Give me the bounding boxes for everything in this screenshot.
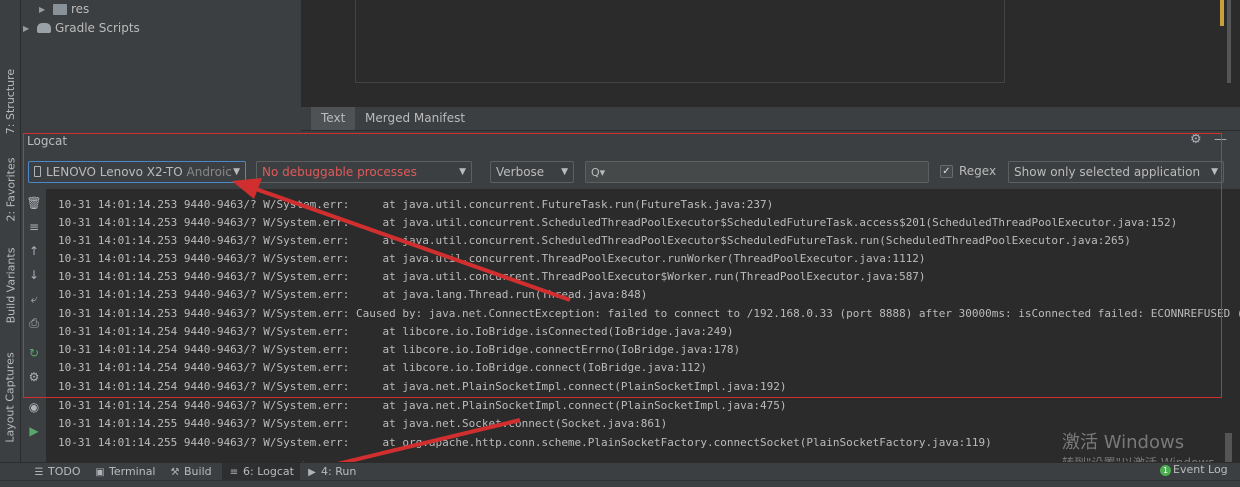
editor-scrollbar[interactable]: [1227, 0, 1231, 83]
layout-captures-tab-label: Layout Captures: [4, 352, 18, 443]
tab-build-label: Build: [184, 465, 212, 478]
print-icon[interactable]: ⎙: [26, 315, 42, 331]
log-line: 10-31 14:01:14.254 9440-9463/? W/System.…: [58, 343, 741, 356]
tab-text[interactable]: Text: [311, 107, 356, 130]
editor-error-marker[interactable]: [1220, 0, 1224, 26]
gradle-icon: [37, 23, 51, 33]
chevron-down-icon: ▼: [561, 167, 568, 177]
log-level-value: Verbose: [496, 165, 545, 179]
device-selector[interactable]: LENOVO Lenovo X2-TO Androic ▼: [28, 161, 246, 183]
search-icon[interactable]: Q▾: [591, 166, 605, 179]
chevron-down-icon: ▼: [233, 167, 240, 177]
chevron-down-icon: ▼: [1211, 167, 1218, 177]
editor-subtabs: Text Merged Manifest: [301, 107, 1240, 131]
logcat-toolbar: LENOVO Lenovo X2-TO Androic ▼ No debugga…: [21, 153, 1240, 189]
event-count-badge: 1: [1160, 465, 1171, 476]
up-arrow-icon[interactable]: ↑: [26, 243, 42, 259]
bottom-tool-bar: ☰ TODO ▣ Terminal ⚒ Build ≡ 6: Logcat ▶ 4: Ru…: [0, 462, 1240, 481]
gear-icon[interactable]: ⚙: [1190, 133, 1204, 147]
layout-captures-tool-tab[interactable]: Layout Captures: [0, 345, 21, 450]
log-level-selector[interactable]: Verbose ▼: [490, 161, 574, 183]
log-line: 10-31 14:01:14.253 9440-9463/? W/System.…: [58, 307, 1240, 320]
log-line: 10-31 14:01:14.253 9440-9463/? W/System.…: [58, 198, 774, 211]
tree-item-label: res: [71, 2, 90, 16]
logcat-header: Logcat ⚙ —: [21, 131, 1240, 153]
tree-item-gradle-scripts[interactable]: ▶ Gradle Scripts: [23, 19, 140, 37]
logcat-output[interactable]: 10-31 14:01:14.253 9440-9463/? W/System.…: [48, 189, 1240, 462]
hammer-icon: ⚒: [170, 467, 180, 478]
down-arrow-icon[interactable]: ↓: [26, 267, 42, 283]
search-input[interactable]: Q▾: [585, 161, 929, 183]
minimize-icon[interactable]: —: [1214, 133, 1228, 147]
soft-wrap-icon[interactable]: ⤶: [26, 291, 42, 307]
tab-terminal[interactable]: ▣ Terminal: [90, 463, 160, 481]
log-line: 10-31 14:01:14.254 9440-9463/? W/System.…: [58, 380, 787, 393]
log-line: 10-31 14:01:14.254 9440-9463/? W/System.…: [58, 399, 787, 412]
device-suffix: Androic: [186, 165, 232, 179]
left-tool-strip: 7: Structure 2: Favorites Build Variants…: [0, 0, 21, 462]
log-line: 10-31 14:01:14.254 9440-9463/? W/System.…: [58, 361, 708, 374]
tab-run[interactable]: ▶ 4: Run: [302, 463, 360, 481]
tab-todo[interactable]: ☰ TODO: [29, 463, 85, 481]
log-line: 10-31 14:01:14.253 9440-9463/? W/System.…: [58, 288, 648, 301]
tab-build[interactable]: ⚒ Build: [165, 463, 216, 481]
terminal-icon: ▣: [95, 467, 105, 478]
logcat-title: Logcat: [27, 134, 68, 148]
log-line: 10-31 14:01:14.253 9440-9463/? W/System.…: [58, 216, 1178, 229]
expand-arrow-icon[interactable]: ▶: [39, 5, 49, 14]
clear-logcat-icon[interactable]: 🗑: [26, 195, 42, 211]
build-variants-tool-tab[interactable]: Build Variants: [0, 240, 21, 330]
filter-value: Show only selected application: [1014, 165, 1201, 179]
regex-label: Regex: [959, 164, 997, 178]
process-selector[interactable]: No debuggable processes ▼: [256, 161, 472, 183]
phone-icon: [34, 166, 41, 177]
tab-logcat[interactable]: ≡ 6: Logcat: [222, 463, 300, 481]
build-variants-tab-label: Build Variants: [4, 247, 18, 323]
log-line: 10-31 14:01:14.255 9440-9463/? W/System.…: [58, 417, 668, 430]
logcat-icon: ≡: [229, 467, 239, 478]
log-line: 10-31 14:01:14.253 9440-9463/? W/System.…: [58, 234, 1131, 247]
status-bar: [0, 480, 1240, 487]
event-log-tab[interactable]: 1 Event Log: [1160, 463, 1228, 476]
process-value: No debuggable processes: [262, 165, 417, 179]
tree-item-res[interactable]: ▶ res: [39, 0, 89, 18]
log-line: 10-31 14:01:14.254 9440-9463/? W/System.…: [58, 325, 734, 338]
tab-todo-label: TODO: [48, 465, 81, 478]
structure-tab-label: 7: Structure: [4, 68, 17, 134]
settings-icon[interactable]: ⚙: [26, 369, 42, 385]
logcat-side-toolbar: 🗑 ≡ ↑ ↓ ⤶ ⎙ ↻ ⚙ ◉ ▶: [21, 189, 47, 462]
restart-icon[interactable]: ↻: [26, 345, 42, 361]
chevron-down-icon: ▼: [459, 167, 466, 177]
event-log-label: Event Log: [1173, 463, 1228, 476]
screen-record-icon[interactable]: ▶: [26, 423, 42, 439]
favorites-tab-label: 2: Favorites: [4, 157, 18, 221]
log-line: 10-31 14:01:14.255 9440-9463/? W/System.…: [58, 436, 992, 449]
regex-checkbox[interactable]: ✓: [940, 165, 953, 178]
log-line: 10-31 14:01:14.253 9440-9463/? W/System.…: [58, 252, 926, 265]
tree-item-label: Gradle Scripts: [55, 21, 140, 35]
editor-content[interactable]: [355, 0, 1005, 83]
watermark-title: 激活 Windows: [1062, 432, 1185, 453]
structure-tool-tab[interactable]: 7: Structure: [0, 62, 21, 140]
screenshot-icon[interactable]: ◉: [26, 399, 42, 415]
favorites-tool-tab[interactable]: 2: Favorites: [0, 150, 21, 228]
log-line: 10-31 14:01:14.253 9440-9463/? W/System.…: [58, 270, 926, 283]
editor-area[interactable]: [301, 0, 1240, 107]
run-icon: ▶: [308, 467, 316, 478]
folder-icon: [53, 3, 67, 15]
tab-merged-manifest[interactable]: Merged Manifest: [355, 107, 475, 130]
filter-selector[interactable]: Show only selected application ▼: [1008, 161, 1224, 183]
tab-logcat-label: 6: Logcat: [243, 465, 294, 478]
project-tree-panel: ▶ res ▶ Gradle Scripts: [21, 0, 301, 133]
list-icon: ☰: [34, 467, 44, 478]
tab-run-label: 4: Run: [321, 465, 357, 478]
tab-terminal-label: Terminal: [109, 465, 156, 478]
expand-arrow-icon[interactable]: ▶: [23, 24, 33, 33]
scroll-to-end-icon[interactable]: ≡: [26, 219, 42, 235]
device-name: LENOVO Lenovo X2-TO: [46, 165, 183, 179]
